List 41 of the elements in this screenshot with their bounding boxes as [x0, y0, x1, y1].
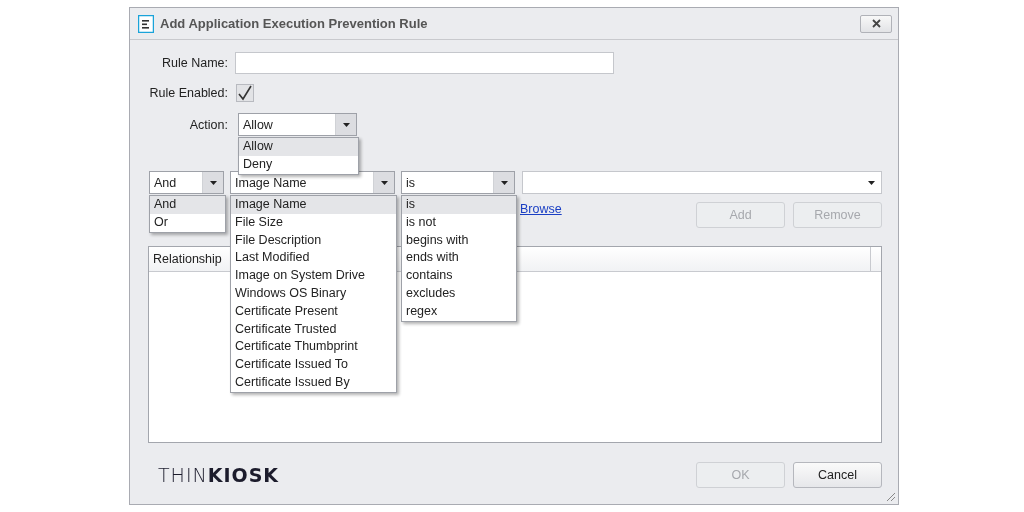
dropdown-arrow-icon	[209, 180, 217, 185]
field-label: Action:	[188, 117, 228, 132]
dropdown-option[interactable]: is not	[402, 213, 516, 232]
dropdown-option[interactable]: is	[402, 196, 516, 214]
dropdown-option[interactable]: Certificate Trusted	[231, 320, 396, 339]
operator-dropdown[interactable]: is	[401, 171, 515, 194]
dropdown-option[interactable]: Or	[150, 213, 225, 232]
dropdown-option[interactable]: Certificate Present	[231, 302, 396, 321]
dialog-button[interactable]: Cancel	[793, 461, 882, 488]
rule-name-input[interactable]	[235, 51, 614, 74]
dropdown-option[interactable]: Certificate Thumbprint	[231, 338, 396, 357]
dropdown-arrow-icon	[500, 180, 508, 185]
dropdown-option[interactable]: Allow	[239, 138, 358, 156]
dropdown-option[interactable]: Image Name	[231, 196, 396, 214]
dropdown-option[interactable]: regex	[402, 302, 516, 321]
dropdown-option[interactable]: ends with	[402, 249, 516, 268]
field-label: Rule Enabled:	[148, 86, 228, 100]
resize-grip-icon[interactable]	[885, 491, 896, 502]
dropdown-option[interactable]: Certificate Issued To	[231, 356, 396, 374]
close-icon	[871, 19, 881, 28]
dropdown-option[interactable]: And	[150, 196, 225, 214]
close-button[interactable]	[860, 14, 892, 33]
dropdown-arrow-icon	[868, 180, 875, 185]
dropdown-arrow-icon	[342, 122, 350, 127]
field-label: Rule Name:	[161, 55, 228, 70]
document-icon	[138, 14, 154, 33]
browse-link[interactable]: Browse	[520, 202, 562, 216]
window-title: Add Application Execution Prevention Rule	[160, 16, 429, 31]
rule-enabled-checkbox[interactable]	[236, 84, 254, 102]
dropdown-option[interactable]: Windows OS Binary	[231, 285, 396, 303]
dropdown-option[interactable]: contains	[402, 267, 516, 285]
dropdown-arrow-icon	[380, 180, 388, 185]
dropdown-option[interactable]: Certificate Issued By	[231, 373, 396, 392]
dropdown-option[interactable]: File Size	[231, 213, 396, 232]
dropdown-option[interactable]: excludes	[402, 285, 516, 303]
value-dropdown[interactable]	[522, 171, 882, 194]
dropdown-option[interactable]: begins with	[402, 231, 516, 250]
action-dropdown[interactable]: Allow	[238, 113, 357, 136]
dropdown-option[interactable]: File Description	[231, 231, 396, 250]
dropdown-option[interactable]: Deny	[239, 155, 358, 174]
relationship-dropdown[interactable]: And	[149, 171, 224, 194]
